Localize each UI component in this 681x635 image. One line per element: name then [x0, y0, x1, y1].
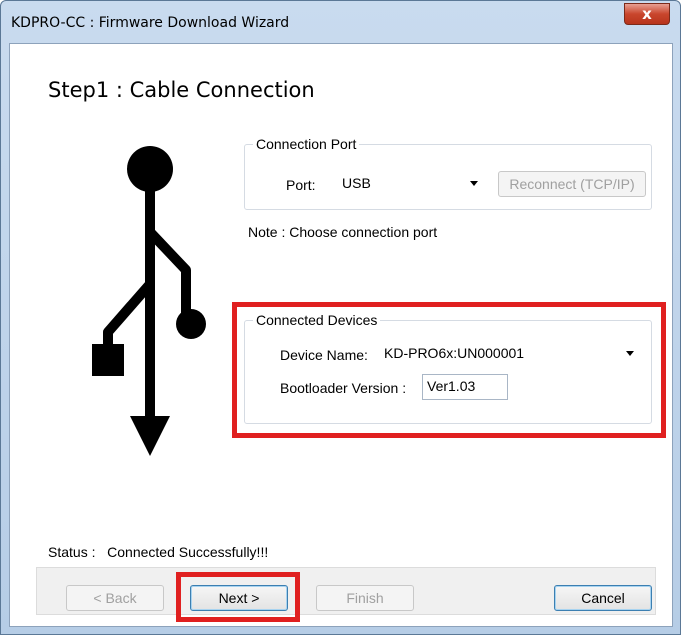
close-button[interactable]: x — [624, 3, 670, 25]
chevron-down-icon — [470, 181, 478, 186]
connected-devices-highlight — [232, 302, 666, 438]
window-title: KDPRO-CC : Firmware Download Wizard — [11, 15, 290, 31]
title-bar: KDPRO-CC : Firmware Download Wizard x — [1, 1, 680, 43]
cancel-button[interactable]: Cancel — [554, 585, 652, 611]
next-button-highlight — [176, 572, 300, 622]
finish-button[interactable]: Finish — [316, 585, 414, 611]
back-button[interactable]: < Back — [66, 585, 164, 611]
wizard-window: KDPRO-CC : Firmware Download Wizard x St… — [0, 0, 681, 635]
status-text: Status : Connected Successfully!!! — [48, 544, 268, 560]
port-label: Port: — [286, 177, 316, 193]
reconnect-button[interactable]: Reconnect (TCP/IP) — [498, 171, 646, 197]
note-text: Note : Choose connection port — [248, 224, 438, 240]
status-value: Connected Successfully!!! — [107, 544, 269, 560]
status-label: Status : — [48, 544, 96, 560]
wizard-content: Step1 : Cable Connection Connection Port… — [9, 43, 673, 627]
step-title: Step1 : Cable Connection — [48, 78, 315, 102]
usb-icon — [92, 146, 206, 456]
connection-port-legend: Connection Port — [253, 136, 360, 152]
port-select[interactable]: USB — [336, 171, 484, 197]
port-value: USB — [342, 175, 371, 191]
close-icon: x — [642, 5, 652, 23]
